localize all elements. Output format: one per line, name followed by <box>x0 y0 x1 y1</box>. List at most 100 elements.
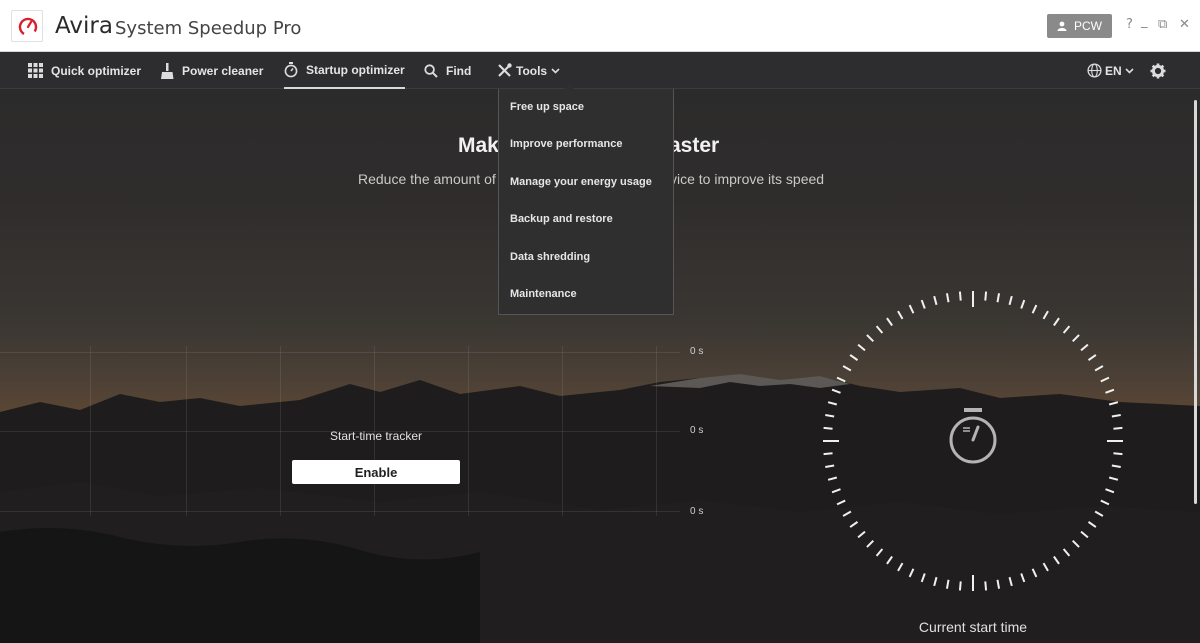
dial-tick <box>1080 530 1089 539</box>
dial-tick <box>1071 334 1080 343</box>
dial-tick <box>1105 388 1115 394</box>
dial-tick <box>1108 401 1119 406</box>
graph-y-label: 0 s <box>690 506 704 517</box>
graph-gridline <box>0 352 680 353</box>
dial-tick <box>1108 476 1119 481</box>
page-subtitle-left: Reduce the amount of <box>358 171 496 187</box>
dial-tick <box>836 499 846 506</box>
dial-tick <box>1111 413 1121 418</box>
dial-tick <box>984 581 988 591</box>
dial-tick <box>886 555 893 565</box>
dial-tick <box>875 548 884 557</box>
dial-tick <box>849 521 859 528</box>
dial-tick <box>1087 354 1097 361</box>
dial-tick <box>827 476 838 481</box>
dial-tick <box>1062 548 1071 557</box>
dial-tick <box>866 334 875 343</box>
user-account-button[interactable]: PCW <box>1047 14 1112 38</box>
dial-tick <box>823 426 833 430</box>
dial-tick <box>1031 304 1038 314</box>
dial-tick <box>1100 499 1110 506</box>
dial-tick <box>823 452 833 456</box>
nav-item-power-cleaner[interactable]: Power cleaner <box>161 52 263 89</box>
menu-item-free-up-space[interactable]: Free up space <box>510 97 584 117</box>
dial-tick <box>842 365 852 372</box>
language-selector[interactable]: EN <box>1087 52 1134 89</box>
dial-tick <box>996 579 1001 589</box>
graph-y-label: 0 s <box>690 346 704 357</box>
dial-tick <box>825 464 835 469</box>
broom-icon <box>161 62 174 79</box>
dial-tick <box>1008 576 1013 587</box>
dial-tick <box>958 291 962 301</box>
tools-dropdown-menu: Free up space Improve performance Manage… <box>498 89 674 315</box>
nav-item-quick-optimizer[interactable]: Quick optimizer <box>28 52 141 89</box>
nav-label: Quick optimizer <box>51 63 142 78</box>
minimize-button[interactable]: _ <box>1141 14 1148 29</box>
nav-bar: Quick optimizer Power cleaner Startup op… <box>0 52 1200 89</box>
dial-tick <box>857 343 866 352</box>
chevron-down-icon <box>551 67 560 74</box>
menu-item-manage-energy[interactable]: Manage your energy usage <box>510 172 652 192</box>
dial-tick <box>908 568 915 578</box>
dial-tick <box>1113 452 1123 456</box>
dial-tick <box>933 295 938 306</box>
nav-label: Tools <box>516 63 548 78</box>
graph-gridline <box>0 511 680 512</box>
dial-tick <box>1111 464 1121 469</box>
dial-tick <box>1020 299 1026 309</box>
grid-icon <box>28 63 43 78</box>
enable-button[interactable]: Enable <box>292 460 460 484</box>
dial-tick <box>920 299 926 309</box>
dial-tick <box>897 562 904 572</box>
page-subtitle-right: vice to improve its speed <box>670 171 825 187</box>
tools-icon <box>498 63 512 77</box>
avira-logo-icon <box>11 10 43 42</box>
dial-tick <box>1113 426 1123 430</box>
dial-tick <box>1031 568 1038 578</box>
menu-item-data-shredding[interactable]: Data shredding <box>510 247 590 267</box>
stopwatch-icon <box>949 408 997 464</box>
dial-tick <box>1100 376 1110 383</box>
settings-button[interactable] <box>1150 52 1166 89</box>
nav-item-tools[interactable]: Tools <box>497 52 560 89</box>
dial-tick <box>1105 488 1115 494</box>
start-time-tracker-label: Start-time tracker <box>329 429 422 443</box>
product-name: System Speedup Pro <box>115 18 302 39</box>
nav-label: Startup optimizer <box>306 62 405 77</box>
title-bar: Avira System Speedup Pro PCW ? _ ⧉ ✕ <box>0 0 1200 52</box>
dial-tick <box>933 576 938 587</box>
close-button[interactable]: ✕ <box>1179 17 1190 32</box>
dial-tick <box>1008 295 1013 306</box>
language-label: EN <box>1105 63 1122 78</box>
search-icon <box>424 63 438 78</box>
main-area: Quick optimizer Power cleaner Startup op… <box>0 52 1200 643</box>
dial-tick <box>996 293 1001 303</box>
dial-tick <box>825 413 835 418</box>
nav-item-find[interactable]: Find <box>424 52 471 89</box>
nav-label: Find <box>446 63 472 78</box>
dial-tick <box>1020 573 1026 583</box>
page-title-left: Mak <box>458 134 499 157</box>
stopwatch-icon <box>284 61 298 77</box>
gear-icon <box>1150 63 1166 78</box>
dial-tick <box>1062 325 1071 334</box>
help-button[interactable]: ? <box>1126 17 1133 32</box>
scrollbar[interactable] <box>1194 100 1197 504</box>
menu-item-maintenance[interactable]: Maintenance <box>510 284 577 304</box>
current-start-time-label: Current start time <box>918 619 1028 635</box>
dial-tick <box>945 579 950 589</box>
menu-item-improve-performance[interactable]: Improve performance <box>510 134 622 154</box>
dial-tick <box>984 291 988 301</box>
brand-name: Avira <box>55 13 113 39</box>
dial-tick <box>1053 317 1060 327</box>
globe-icon <box>1087 63 1102 78</box>
dial-tick <box>1087 521 1097 528</box>
nav-item-startup-optimizer[interactable]: Startup optimizer <box>284 52 405 89</box>
dial-tick <box>842 510 852 517</box>
restore-button[interactable]: ⧉ <box>1158 17 1167 32</box>
dial-tick <box>945 293 950 303</box>
menu-item-backup-restore[interactable]: Backup and restore <box>510 209 613 229</box>
dial-tick <box>1053 555 1060 565</box>
dial-tick <box>1042 562 1049 572</box>
